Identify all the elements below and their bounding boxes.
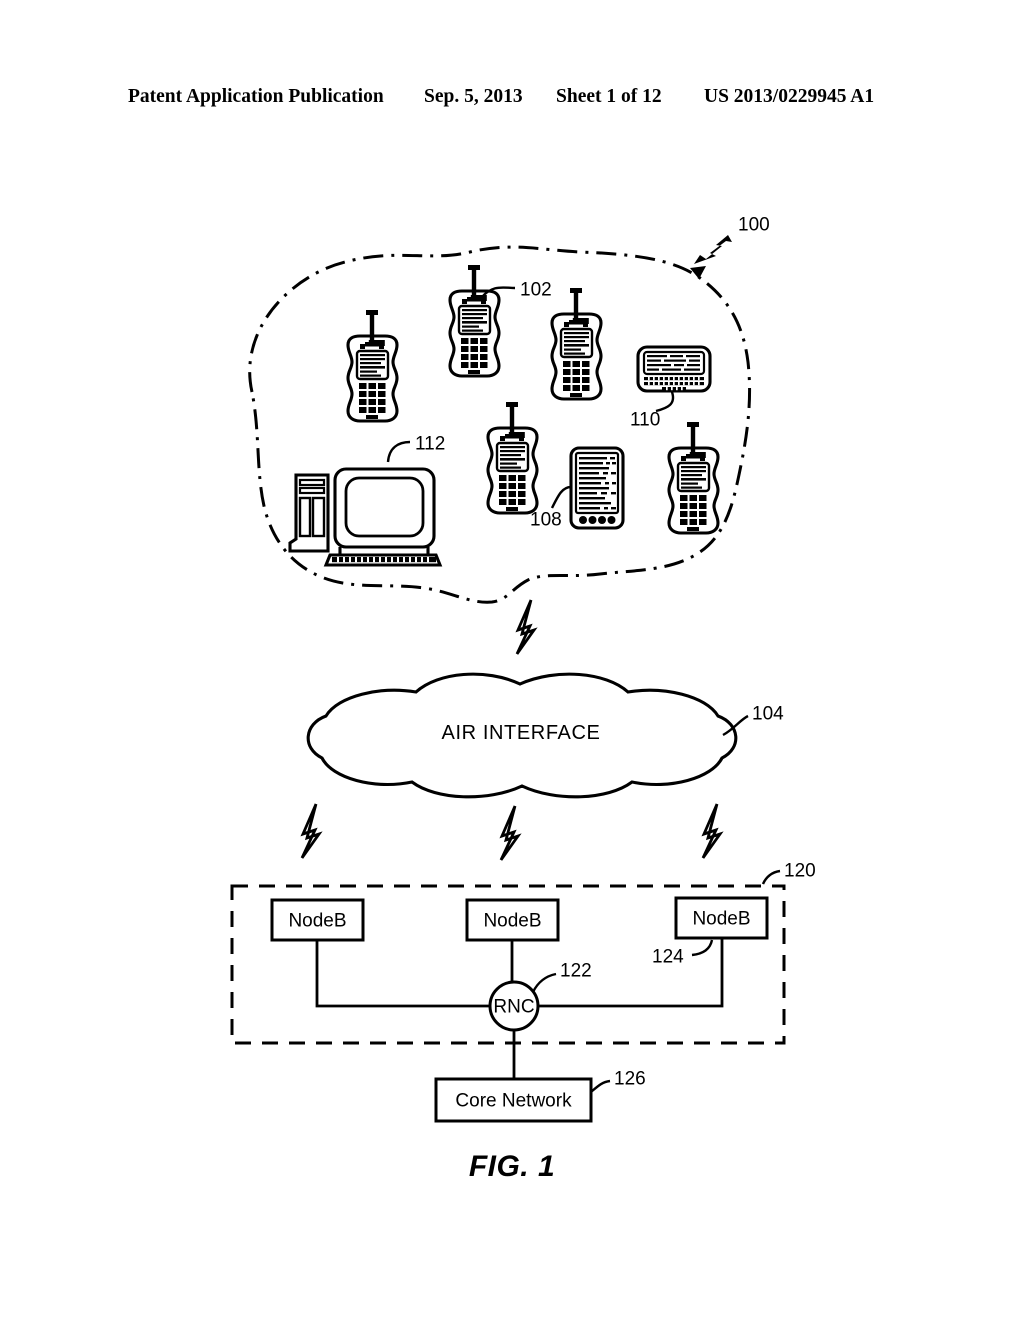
leader-line-124 xyxy=(691,939,714,957)
wtru-mobile-phone-102 xyxy=(448,263,501,378)
rf-link-bolt-nodeb-1 xyxy=(300,802,321,860)
wtru-desktop-computer-112 xyxy=(288,467,442,567)
leader-line-126 xyxy=(590,1079,611,1093)
ref-label-110: 110 xyxy=(630,410,660,431)
wtru-mobile-phone-7 xyxy=(667,420,720,535)
wtru-pda-108 xyxy=(569,446,625,530)
wtru-device-group: 102 110 108 112 xyxy=(288,263,720,567)
node-b-1-label: NodeB xyxy=(288,911,346,932)
node-b-2[interactable]: NodeB xyxy=(465,898,560,942)
wtru-mobile-phone-3 xyxy=(550,286,603,401)
ref-label-100: 100 xyxy=(738,215,770,236)
ref-label-120: 120 xyxy=(784,861,816,882)
wtru-mobile-phone-5 xyxy=(486,400,539,515)
rf-link-bolt-nodeb-2 xyxy=(499,804,520,862)
ref-label-104: 104 xyxy=(752,704,784,725)
node-b-2-label: NodeB xyxy=(483,911,541,932)
leader-line-122 xyxy=(531,972,557,993)
core-network-node[interactable]: Core Network xyxy=(434,1077,593,1123)
patent-figure-page: Patent Application Publication Sep. 5, 2… xyxy=(0,0,1024,1320)
leader-line-120 xyxy=(761,869,781,885)
node-b-3[interactable]: NodeB xyxy=(674,896,769,940)
leader-line-112 xyxy=(386,440,411,463)
rf-link-bolt-nodeb-3 xyxy=(701,802,722,860)
rnc-node[interactable]: RNC xyxy=(488,980,540,1032)
leader-line-110 xyxy=(655,391,675,413)
air-interface-label: AIR INTERFACE xyxy=(442,722,601,744)
leader-line-108 xyxy=(550,485,572,509)
ref-label-112: 112 xyxy=(415,434,445,455)
ref-label-102: 102 xyxy=(520,280,552,301)
wtru-pager-110 xyxy=(636,345,712,393)
figure-caption: FIG. 1 xyxy=(468,1150,556,1183)
system-ref-100: 100 xyxy=(690,215,770,279)
rnc-label: RNC xyxy=(493,997,534,1018)
rf-link-bolt-uplink xyxy=(515,598,536,656)
core-network-label: Core Network xyxy=(455,1091,572,1112)
air-interface-cloud: AIR INTERFACE 104 xyxy=(306,672,784,799)
ref-label-122: 122 xyxy=(560,961,592,982)
ref-label-108: 108 xyxy=(530,510,562,531)
ref-label-124: 124 xyxy=(652,947,684,968)
node-b-3-label: NodeB xyxy=(692,909,750,930)
ref-label-126: 126 xyxy=(614,1069,646,1090)
figure-drawing: 100 102 110 108 112 AIR INTERFACE 104 12… xyxy=(230,215,816,1123)
node-b-1[interactable]: NodeB xyxy=(270,898,365,942)
wtru-mobile-phone-1 xyxy=(346,308,399,423)
